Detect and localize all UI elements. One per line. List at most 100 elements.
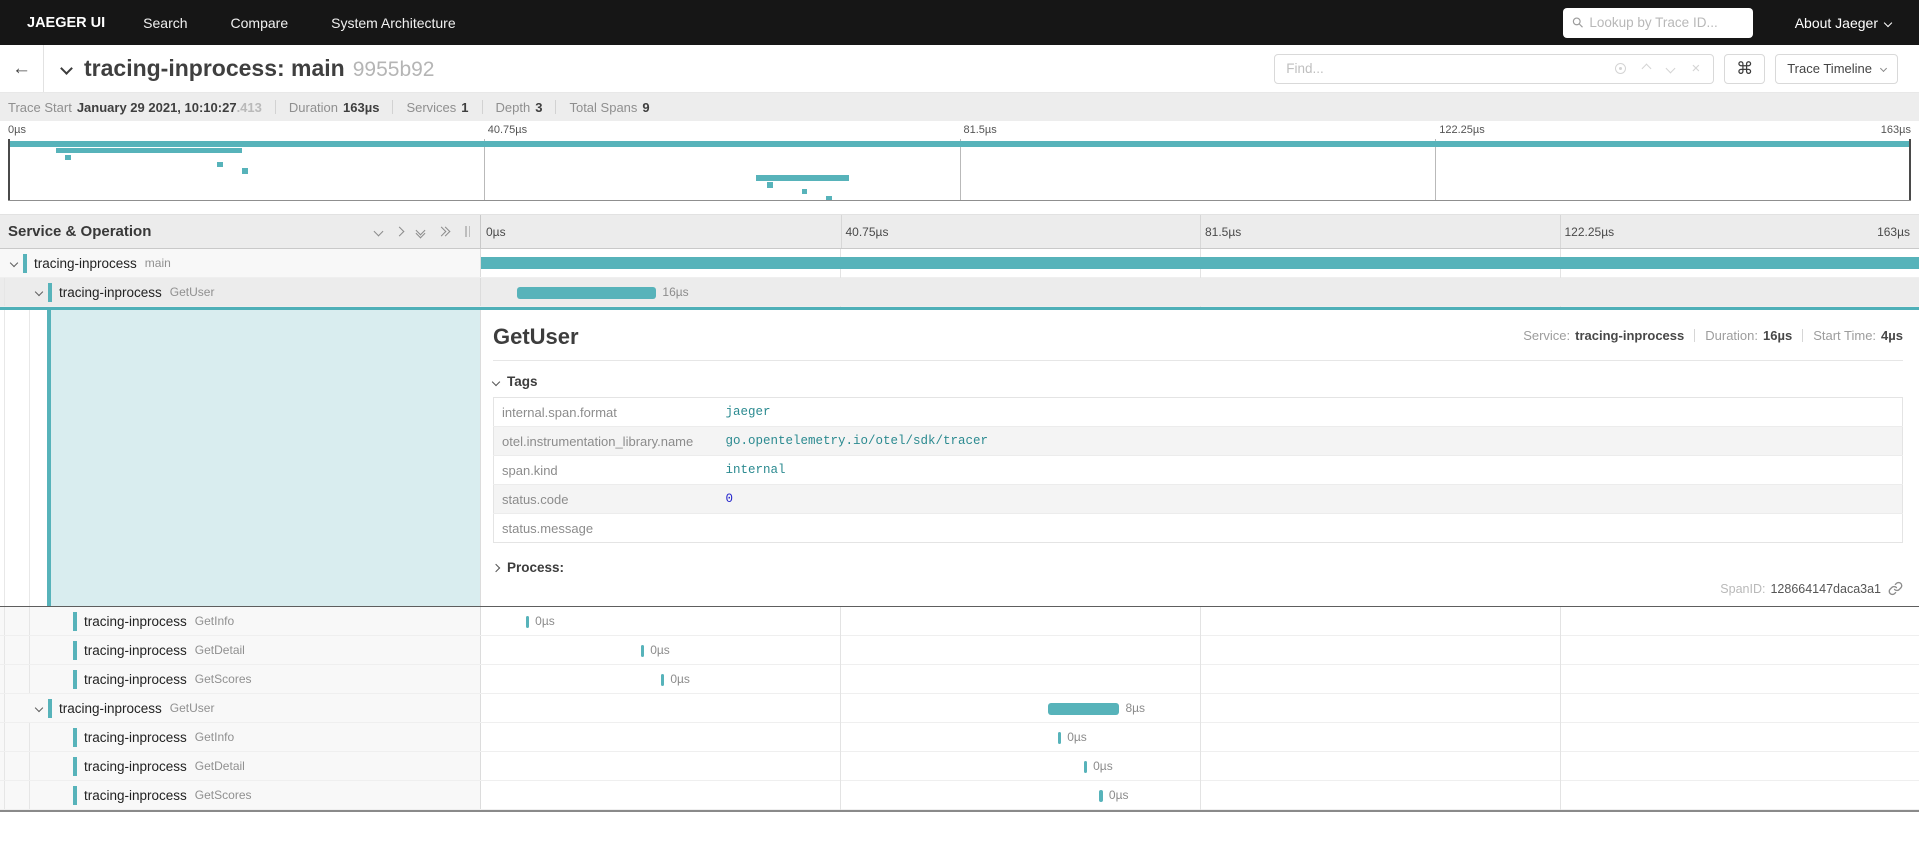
trace-id-lookup[interactable] (1563, 8, 1753, 38)
minimap-span-bar (217, 162, 223, 168)
span-duration-label: 0µs (1067, 730, 1087, 744)
trace-id-lookup-input[interactable] (1589, 15, 1743, 30)
timeline-header-ticks: 0µs 40.75µs 81.5µs 122.25µs 163µs (481, 215, 1919, 248)
expander-toggle[interactable] (4, 260, 23, 266)
chevron-down-icon (34, 704, 42, 712)
indent-guide (4, 723, 29, 751)
find-input[interactable] (1275, 61, 1602, 76)
minimap-span-bar (802, 189, 808, 195)
search-icon (1572, 16, 1584, 29)
keyboard-shortcuts-button[interactable]: ⌘ (1724, 54, 1765, 84)
chevron-down-icon (60, 62, 73, 75)
nav-item-search[interactable]: Search (143, 15, 187, 31)
span-duration-bar[interactable] (1048, 703, 1120, 715)
indent-guide (29, 665, 54, 693)
minimap-span-bar (56, 148, 242, 154)
operation-name: GetInfo (195, 614, 234, 628)
about-jaeger-menu[interactable]: About Jaeger (1795, 15, 1891, 31)
operation-name: GetScores (195, 788, 252, 802)
span-duration-bar[interactable] (1058, 732, 1062, 744)
tag-row: status.message (494, 514, 1903, 543)
expander-toggle[interactable] (29, 289, 48, 295)
span-duration-bar[interactable] (661, 674, 665, 686)
indent-guide (4, 607, 29, 635)
span-row-getdetail-1[interactable]: tracing-inprocess GetDetail 0µs (0, 636, 1919, 665)
nav-item-compare[interactable]: Compare (231, 15, 289, 31)
meta-depth: Depth3 (469, 100, 543, 115)
minimap-span-bar (8, 141, 1911, 147)
span-row-getuser-2[interactable]: tracing-inprocess GetUser 8µs (0, 694, 1919, 723)
span-color-bar (73, 757, 77, 776)
copy-link-icon[interactable] (1888, 581, 1903, 596)
collapse-all-icon[interactable] (417, 227, 424, 237)
service-name: tracing-inprocess (84, 672, 187, 687)
meta-services: Services1 (379, 100, 468, 115)
indent-guide (4, 781, 29, 809)
span-duration-label: 16µs (662, 285, 688, 299)
service-name: tracing-inprocess (84, 788, 187, 803)
minimap-left-scrubber-handle[interactable] (8, 139, 10, 200)
tag-row: status.code0 (494, 485, 1903, 514)
minimap-canvas[interactable] (8, 139, 1911, 201)
span-row-getscores-1[interactable]: tracing-inprocess GetScores 0µs (0, 665, 1919, 694)
operation-name: GetScores (195, 672, 252, 686)
trace-view-select[interactable]: Trace Timeline (1775, 54, 1898, 84)
span-grid-header: Service & Operation 0µs 40.75µs 81.5µs 1… (0, 214, 1919, 249)
nav-item-system-architecture[interactable]: System Architecture (331, 15, 456, 31)
chevron-down-icon (34, 288, 42, 296)
chevron-down-icon (9, 259, 17, 267)
chevron-right-icon (492, 563, 500, 571)
span-color-bar (73, 670, 77, 689)
find-box[interactable]: × (1274, 54, 1714, 84)
tag-row: span.kindinternal (494, 456, 1903, 485)
trace-title: tracing-inprocess: main9955b92 (84, 55, 435, 82)
back-button[interactable]: ← (0, 45, 44, 92)
indent-guide (4, 752, 29, 780)
next-match-icon[interactable] (1666, 64, 1676, 74)
span-duration-bar[interactable] (641, 645, 645, 657)
trace-meta-bar: Trace StartJanuary 29 2021, 10:10:27.413… (0, 93, 1919, 121)
service-name: tracing-inprocess (84, 759, 187, 774)
span-row-main[interactable]: tracing-inprocess main (0, 249, 1919, 278)
span-row-getscores-2[interactable]: tracing-inprocess GetScores 0µs (0, 781, 1919, 810)
service-name: tracing-inprocess (59, 285, 162, 300)
operation-name: GetDetail (195, 759, 245, 773)
indent-guide (29, 781, 54, 809)
expand-one-level-icon[interactable] (395, 227, 405, 237)
indent-guide (4, 636, 29, 664)
span-color-bar (23, 254, 27, 273)
process-accordion-header[interactable]: Process: (493, 560, 1903, 575)
collapse-trace-detail-toggle[interactable] (62, 60, 71, 78)
column-resizer-handle[interactable] (465, 226, 470, 237)
span-duration-bar[interactable] (1099, 790, 1103, 802)
operation-name: GetInfo (195, 730, 234, 744)
service-name: tracing-inprocess (34, 256, 137, 271)
service-operation-title: Service & Operation (8, 223, 151, 240)
chevron-down-icon (1884, 18, 1892, 26)
meta-duration: Duration163µs (262, 100, 380, 115)
span-color-bar (73, 612, 77, 631)
span-row-getdetail-2[interactable]: tracing-inprocess GetDetail 0µs (0, 752, 1919, 781)
span-duration-bar[interactable] (517, 287, 656, 299)
selected-span-highlight (47, 310, 480, 606)
collapse-one-level-icon[interactable] (374, 227, 384, 237)
minimap-right-scrubber-handle[interactable] (1909, 139, 1911, 200)
minimap-span-bar (767, 182, 773, 188)
clear-find-icon[interactable]: × (1691, 61, 1700, 76)
focus-match-icon[interactable] (1615, 63, 1626, 74)
minimap-gridline (1435, 139, 1436, 200)
app-brand[interactable]: JAEGER UI (27, 15, 105, 31)
span-duration-bar[interactable] (481, 257, 1919, 269)
span-duration-bar[interactable] (1084, 761, 1088, 773)
expand-all-icon[interactable] (438, 228, 449, 235)
expander-toggle[interactable] (29, 705, 48, 711)
minimap-tick-labels: 0µs 40.75µs 81.5µs 122.25µs 163µs (8, 121, 1911, 139)
span-row-getinfo-2[interactable]: tracing-inprocess GetInfo 0µs (0, 723, 1919, 752)
tags-accordion-header[interactable]: Tags (493, 374, 1903, 389)
span-row-getinfo-1[interactable]: tracing-inprocess GetInfo 0µs (0, 607, 1919, 636)
span-row-getuser-1[interactable]: tracing-inprocess GetUser 16µs (0, 278, 1919, 307)
span-duration-bar[interactable] (526, 616, 530, 628)
previous-match-icon[interactable] (1642, 64, 1652, 74)
rows-bottom-border (0, 810, 1919, 812)
operation-name: GetUser (170, 285, 215, 299)
